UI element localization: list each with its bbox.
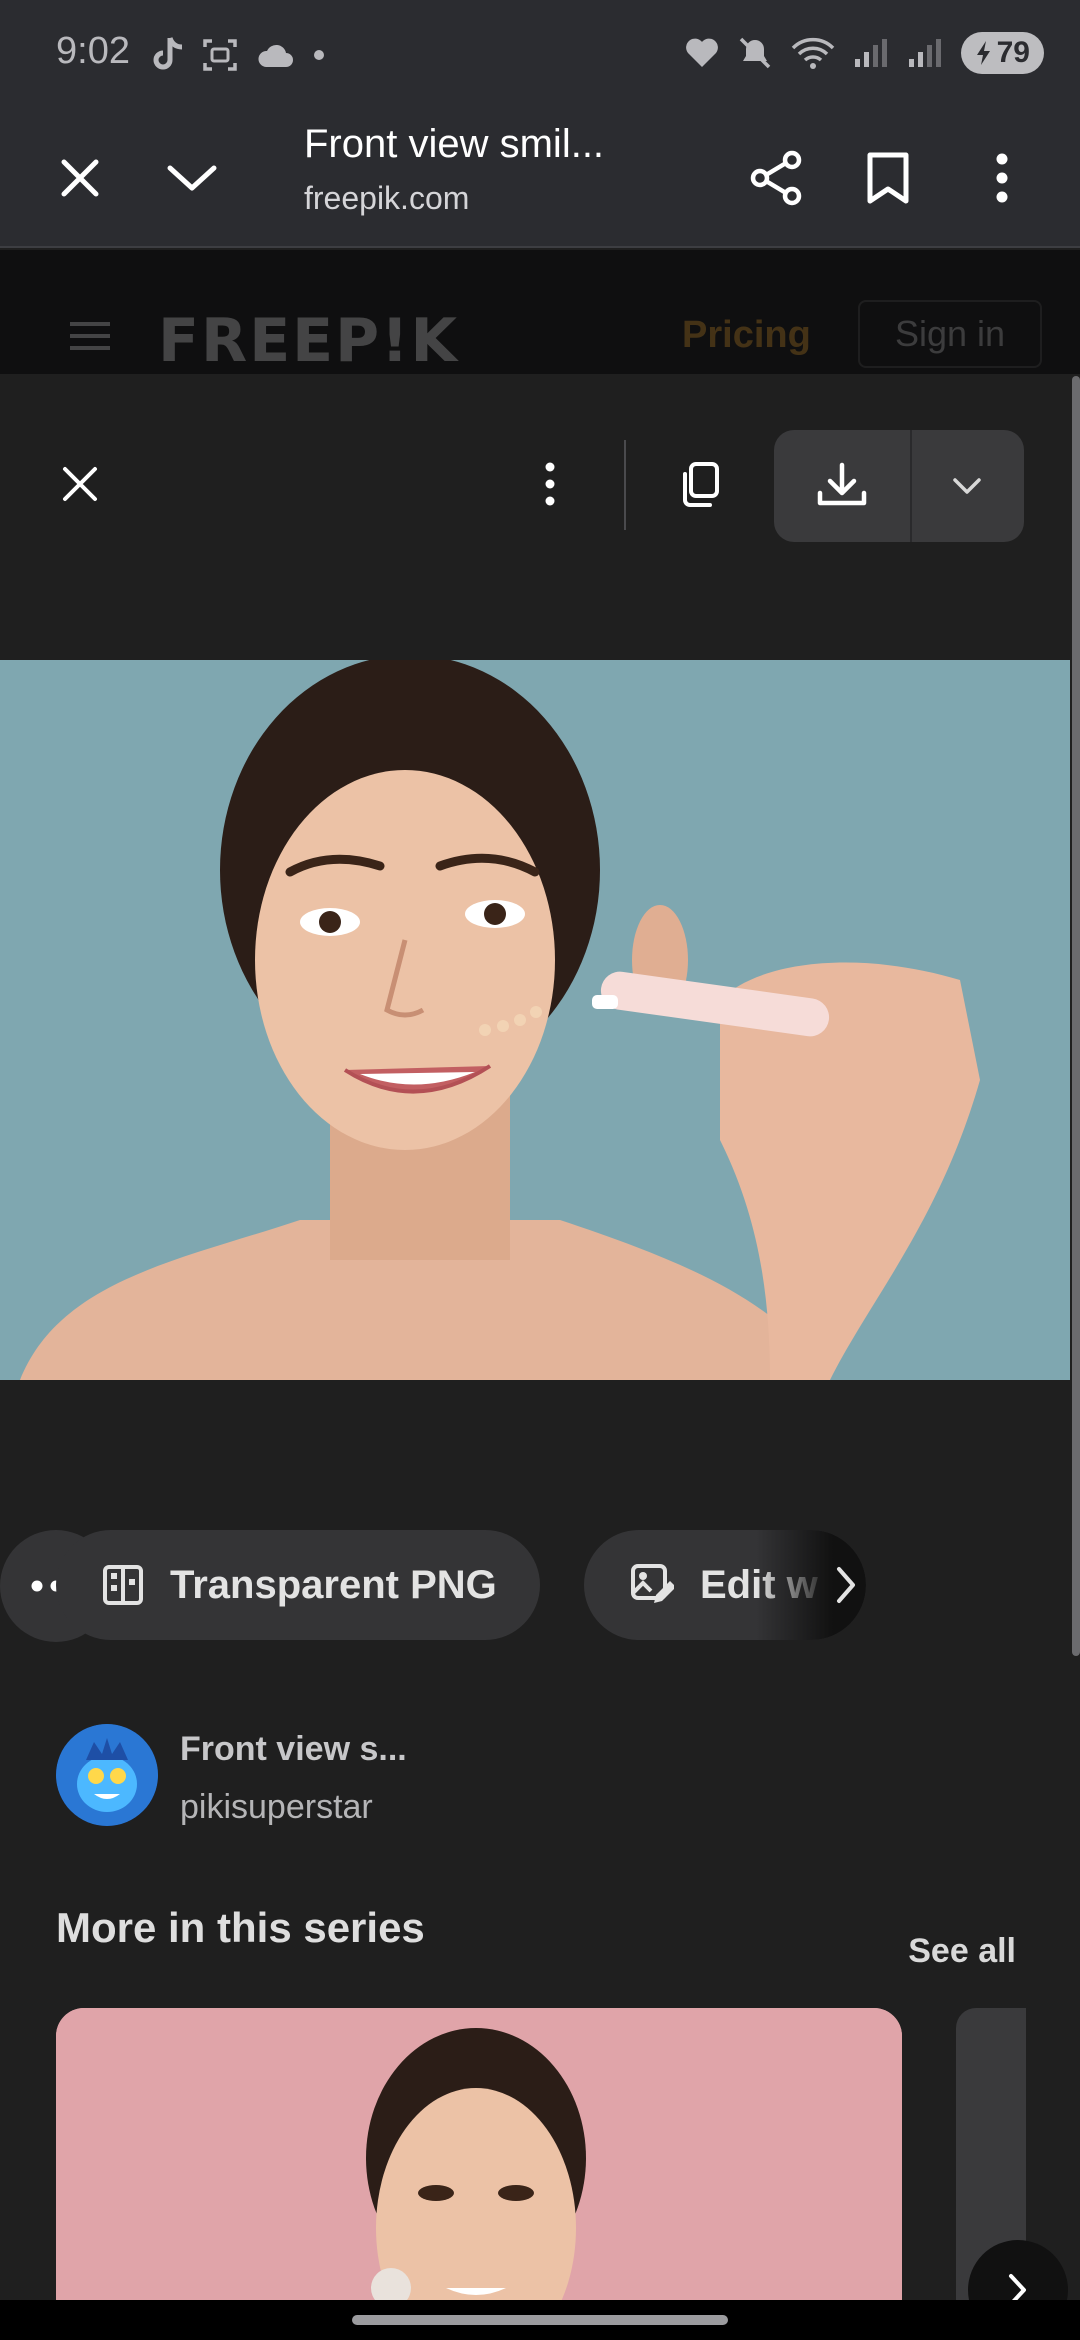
copy-button[interactable] (658, 444, 740, 526)
mascot-avatar-icon (56, 1724, 158, 1826)
woman-applying-eye-cream-image (0, 660, 1070, 1380)
site-header-content: FREEP!K Pricing Sign in (0, 250, 1080, 374)
main-photo[interactable] (0, 660, 1070, 1380)
series-heading: More in this series (56, 1904, 425, 1951)
download-icon (816, 461, 868, 511)
heart-icon (685, 38, 719, 68)
transparent-png-chip[interactable]: Transparent PNG (56, 1530, 540, 1640)
browser-toolbar: Front view smil... freepik.com (0, 110, 1080, 248)
edit-image-icon (630, 1563, 674, 1607)
sign-in-button: Sign in (858, 300, 1042, 368)
pricing-link: Pricing (682, 314, 811, 356)
image-title[interactable]: Front view s... (180, 1730, 407, 1769)
more-vertical-icon (995, 153, 1009, 203)
status-bar: 9:02 79 (0, 0, 1080, 110)
freepik-logo: FREEP!K (158, 306, 459, 374)
see-all-link[interactable]: See all (908, 1932, 1016, 1971)
transparent-background-icon (102, 1564, 144, 1606)
toolbar-divider (624, 440, 626, 530)
mute-icon (737, 35, 773, 71)
image-viewer: Transparent PNG Edit w (0, 374, 1070, 2300)
site-header: FREEP!K Pricing Sign in (0, 250, 1080, 374)
series-card[interactable] (56, 2008, 902, 2300)
home-gesture-bar[interactable] (352, 2315, 728, 2325)
chevron-down-icon (952, 477, 982, 495)
chevron-right-icon[interactable] (836, 1566, 856, 1604)
download-group (774, 430, 1024, 542)
author-name[interactable]: pikisuperstar (180, 1788, 373, 1827)
signal-icon (853, 37, 889, 69)
hamburger-menu-icon (70, 322, 110, 358)
viewer-close-button[interactable] (40, 444, 120, 524)
share-icon (748, 150, 804, 206)
page-domain[interactable]: freepik.com (304, 180, 469, 217)
copy-icon (677, 460, 721, 510)
dot-icon (312, 48, 326, 62)
status-right-icons: 79 (685, 32, 1044, 74)
more-vertical-icon (544, 462, 556, 506)
series-thumbnail-image (56, 2008, 902, 2300)
share-button[interactable] (736, 138, 816, 218)
bookmark-button[interactable] (848, 138, 928, 218)
wifi-icon (791, 36, 835, 70)
tiktok-icon (150, 36, 184, 74)
status-left-icons (150, 36, 326, 74)
battery-indicator: 79 (960, 32, 1044, 74)
screenshot-icon (202, 37, 238, 73)
more-options-button[interactable] (962, 138, 1042, 218)
chevron-down-icon (166, 162, 218, 194)
bookmark-icon (866, 151, 910, 205)
status-time: 9:02 (56, 30, 130, 72)
scrollbar[interactable] (1072, 376, 1080, 1656)
minimize-button[interactable] (152, 138, 232, 218)
download-options-button[interactable] (912, 430, 1022, 542)
close-icon (58, 156, 102, 200)
close-icon (61, 465, 99, 503)
viewer-more-button[interactable] (510, 444, 590, 524)
page-title[interactable]: Front view smil... (304, 122, 604, 167)
close-tab-button[interactable] (40, 138, 120, 218)
action-chips: Transparent PNG Edit w (0, 1530, 1070, 1642)
charging-icon (976, 41, 990, 65)
edit-chip[interactable]: Edit w (584, 1530, 866, 1640)
battery-level: 79 (996, 36, 1030, 69)
cloud-icon (256, 41, 294, 69)
scroll-fade (756, 1530, 866, 1640)
author-avatar[interactable] (56, 1724, 158, 1826)
signal-icon-2 (907, 37, 943, 69)
transparent-png-label: Transparent PNG (170, 1562, 497, 1607)
download-button[interactable] (774, 430, 912, 542)
